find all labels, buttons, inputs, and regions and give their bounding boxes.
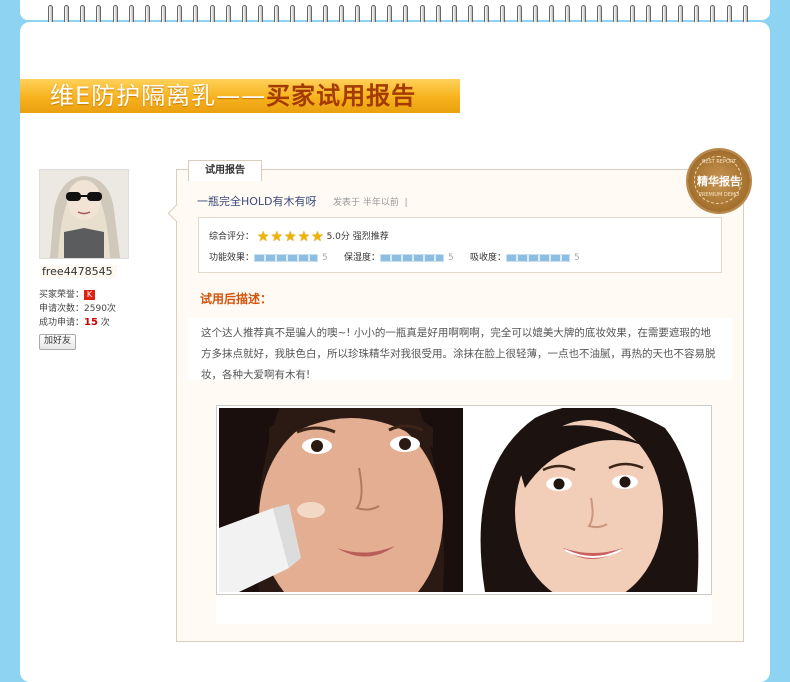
metric-bar — [506, 253, 571, 262]
overall-score-row: 综合评分： ★ ★ ★ ★ ★ 5.0分 强烈推荐 — [209, 228, 389, 245]
overall-score: 5.0分 — [326, 232, 350, 242]
apply-count-row: 申请次数：2590次 — [39, 304, 116, 314]
star-icon: ★ — [297, 228, 311, 245]
product-photos — [216, 405, 712, 595]
metric-bar — [380, 253, 445, 262]
star-icon: ★ — [311, 228, 324, 245]
star-icon: ★ — [284, 228, 297, 245]
honor-badge-icon: K — [84, 289, 96, 300]
photo-footer — [216, 596, 712, 624]
posted-time: 发表于 半年以前 | — [333, 198, 408, 208]
best-report-seal-icon: BEST REPORT 精华报告 PREMIUM DEMO — [688, 150, 750, 212]
overall-text: 强烈推荐 — [352, 232, 389, 242]
star-icon: ★ — [256, 228, 270, 245]
star-icon: ★ — [270, 228, 284, 245]
description-heading: 试用后描述： — [200, 292, 273, 306]
description-text: 这个达人推荐真不是骗人的噢~! 小小的一瓶真是好用啊啊啊，完全可以媲美大牌的底妆… — [188, 318, 732, 381]
success-count-row: 成功申请：15 次 — [39, 317, 110, 328]
metric-moisture: 保湿度： 5 — [344, 253, 454, 263]
honor-row: 买家荣誉： K — [39, 287, 96, 300]
metric-bar — [254, 253, 319, 262]
report-title[interactable]: 一瓶完全HOLD有木有呀 — [197, 193, 317, 209]
tab-trial-report[interactable]: 试用报告 — [188, 160, 262, 181]
avatar[interactable] — [39, 169, 129, 259]
rating-stars: ★ ★ ★ ★ ★ — [257, 230, 324, 244]
username[interactable]: free4478545 — [40, 265, 117, 278]
after-photo — [465, 408, 709, 592]
metric-absorption: 吸收度： 5 — [470, 253, 580, 263]
metric-function: 功能效果： 5 — [209, 253, 328, 263]
before-photo — [219, 408, 463, 592]
page-title: 维E防护隔离乳——买家试用报告 — [50, 82, 417, 110]
add-friend-button[interactable]: 加好友 — [39, 334, 77, 350]
score-box — [198, 217, 722, 273]
